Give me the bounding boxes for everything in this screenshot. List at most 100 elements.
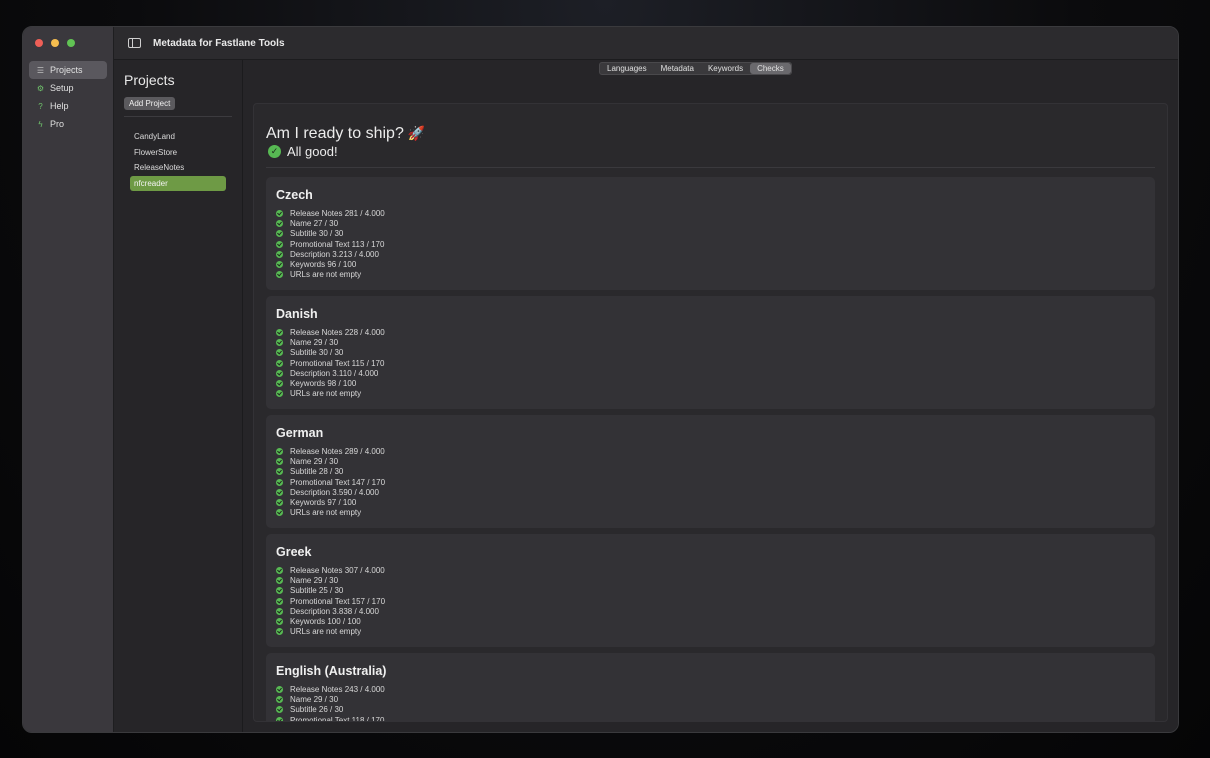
check-label: Keywords 97 / 100 [290, 498, 357, 508]
check-circle-icon [276, 607, 283, 615]
check-label: URLs are not empty [290, 627, 362, 637]
page-title: Am I ready to ship? 🚀 [266, 125, 426, 142]
check-circle-icon [276, 468, 283, 476]
check-row: Promotional Text 147 / 170 [276, 477, 1145, 487]
check-row: Release Notes 243 / 4.000 [276, 684, 1145, 694]
language-name: German [276, 426, 324, 440]
check-circle-icon [276, 587, 283, 595]
check-circle-icon [276, 209, 283, 217]
main-content: Languages Metadata Keywords Checks Am I … [243, 60, 1178, 732]
check-label: Keywords 96 / 100 [290, 260, 357, 270]
zoom-button[interactable] [67, 39, 75, 47]
sidebar-toggle-icon[interactable] [128, 38, 141, 48]
sidebar-item-label: Help [50, 101, 69, 111]
check-label: Promotional Text 147 / 170 [290, 477, 386, 487]
check-row: Description 3.110 / 4.000 [276, 368, 1145, 378]
check-row: Name 29 / 30 [276, 694, 1145, 704]
list-icon: ☰ [36, 65, 45, 75]
project-item[interactable]: CandyLand [130, 129, 226, 145]
divider [266, 167, 1155, 168]
status-text: All good! [287, 144, 338, 159]
check-label: Name 29 / 30 [290, 575, 339, 585]
add-project-button[interactable]: Add Project [124, 97, 176, 110]
check-label: Name 29 / 30 [290, 456, 339, 466]
checks-panel[interactable]: Am I ready to ship? 🚀 ✓ All good! Czech Re… [253, 103, 1168, 722]
check-circle-icon [276, 250, 283, 258]
check-circle-icon [276, 597, 283, 605]
language-card: Danish Release Notes 228 / 4.000 Name 29 /… [266, 296, 1155, 409]
check-label: Name 29 / 30 [290, 337, 339, 347]
check-circle-icon [276, 271, 283, 279]
check-label: Keywords 98 / 100 [290, 379, 357, 389]
check-circle-icon [276, 509, 283, 517]
sidebar: ☰ Projects ⚙ Setup ? Help ϟ Pro [23, 27, 114, 732]
check-row: Promotional Text 113 / 170 [276, 239, 1145, 249]
language-card: English (Australia) Release Notes 243 / 4… [266, 653, 1155, 721]
sidebar-item-help[interactable]: ? Help [29, 97, 107, 115]
check-row: Promotional Text 118 / 170 [276, 715, 1145, 721]
sidebar-item-label: Projects [50, 65, 83, 75]
tab-checks[interactable]: Checks [750, 63, 791, 74]
check-row: Name 27 / 30 [276, 218, 1145, 228]
sidebar-item-label: Setup [50, 83, 74, 93]
check-circle-icon [276, 478, 283, 486]
tab-metadata[interactable]: Metadata [654, 63, 701, 74]
check-row: Description 3.590 / 4.000 [276, 487, 1145, 497]
check-row: Keywords 97 / 100 [276, 497, 1145, 507]
check-row: Subtitle 25 / 30 [276, 586, 1145, 596]
project-item[interactable]: ReleaseNotes [130, 160, 226, 176]
check-circle-icon [276, 566, 283, 574]
check-row: URLs are not empty [276, 627, 1145, 637]
sidebar-item-pro[interactable]: ϟ Pro [29, 115, 107, 133]
language-name: Danish [276, 307, 318, 321]
check-label: Release Notes 243 / 4.000 [290, 684, 385, 694]
window-controls [35, 39, 75, 47]
check-label: URLs are not empty [290, 389, 362, 399]
check-label: Keywords 100 / 100 [290, 617, 361, 627]
sidebar-item-projects[interactable]: ☰ Projects [29, 61, 107, 79]
check-circle-icon [276, 628, 283, 636]
check-row: Keywords 96 / 100 [276, 259, 1145, 269]
check-label: URLs are not empty [290, 270, 362, 280]
bolt-icon: ϟ [38, 119, 43, 129]
check-label: Description 3.213 / 4.000 [290, 249, 379, 259]
check-label: Subtitle 26 / 30 [290, 705, 344, 715]
tab-languages[interactable]: Languages [600, 63, 654, 74]
check-label: Subtitle 30 / 30 [290, 348, 344, 358]
check-row: Subtitle 30 / 30 [276, 229, 1145, 239]
check-circle-icon [276, 369, 283, 377]
check-label: Subtitle 30 / 30 [290, 229, 344, 239]
language-name: English (Australia) [276, 664, 387, 678]
minimize-button[interactable] [51, 39, 59, 47]
close-button[interactable] [35, 39, 43, 47]
check-circle-icon [276, 338, 283, 346]
check-label: URLs are not empty [290, 508, 362, 518]
window-title: Metadata for Fastlane Tools [153, 37, 285, 49]
check-circle-icon [276, 499, 283, 507]
check-row: Name 29 / 30 [276, 575, 1145, 585]
project-item[interactable]: FlowerStore [130, 145, 226, 161]
check-circle-icon [276, 576, 283, 584]
projects-column: Projects Add Project CandyLand FlowerSto… [114, 60, 243, 732]
language-card: Greek Release Notes 307 / 4.000 Name 29 / … [266, 534, 1155, 647]
sidebar-item-label: Pro [50, 119, 65, 129]
project-item-selected[interactable]: nfcreader [130, 175, 226, 191]
projects-heading: Projects [124, 72, 175, 88]
check-row: Subtitle 30 / 30 [276, 348, 1145, 358]
check-circle-icon [276, 716, 283, 721]
sidebar-nav: ☰ Projects ⚙ Setup ? Help ϟ Pro [29, 61, 107, 133]
check-circle-icon [276, 328, 283, 336]
sidebar-item-setup[interactable]: ⚙ Setup [29, 79, 107, 97]
check-row: Description 3.838 / 4.000 [276, 606, 1145, 616]
check-row: Release Notes 228 / 4.000 [276, 327, 1145, 337]
check-label: Release Notes 289 / 4.000 [290, 446, 385, 456]
check-circle-icon [276, 447, 283, 455]
tab-keywords[interactable]: Keywords [701, 63, 750, 74]
check-label: Description 3.838 / 4.000 [290, 606, 379, 616]
check-label: Release Notes 281 / 4.000 [290, 208, 385, 218]
language-name: Czech [276, 188, 313, 202]
check-circle-icon [276, 685, 283, 693]
check-circle-icon [276, 706, 283, 714]
check-row: Release Notes 281 / 4.000 [276, 208, 1145, 218]
check-circle-icon [276, 488, 283, 496]
